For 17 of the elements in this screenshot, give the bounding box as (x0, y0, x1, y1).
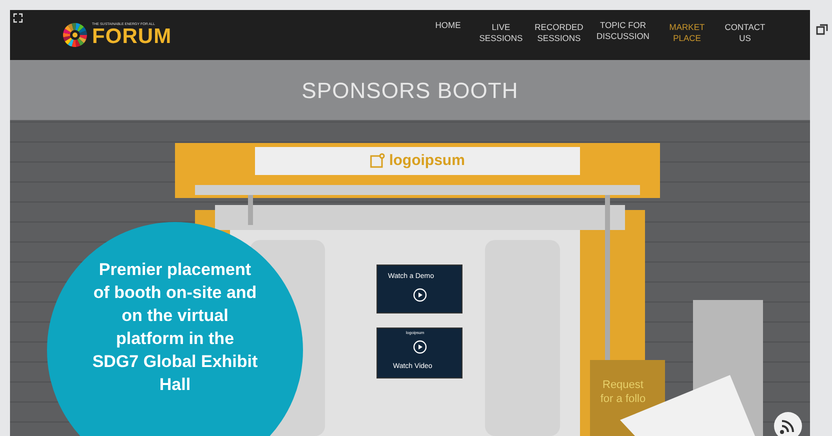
share-icon[interactable] (816, 24, 828, 35)
play-icon[interactable] (413, 288, 427, 302)
play-icon[interactable] (413, 340, 427, 354)
nav-link[interactable]: MARKET PLACE (662, 20, 712, 44)
page-title: SPONSORS BOOTH (300, 77, 520, 105)
stand-text: Request for a follo (599, 378, 647, 406)
logo-icon (370, 153, 386, 169)
nav-link[interactable]: LIVE SESSIONS (476, 20, 526, 44)
badge-text: Premier placement of booth on-site and on the virtual platform in the SDG7 Global Exhibit Hall (91, 259, 259, 396)
nav-link[interactable]: RECORDED SESSIONS (534, 20, 584, 44)
sponsor-logo-text: logoipsum (389, 150, 465, 171)
logo-wordmark: FORUM (92, 26, 172, 48)
nav-link[interactable]: CONTACT US (720, 20, 770, 44)
nav-link[interactable]: TOPIC FOR DISCUSSION (592, 20, 654, 42)
nav-link[interactable]: HOME (428, 20, 468, 31)
fullscreen-icon[interactable] (13, 13, 23, 23)
logo-icon (62, 22, 88, 48)
